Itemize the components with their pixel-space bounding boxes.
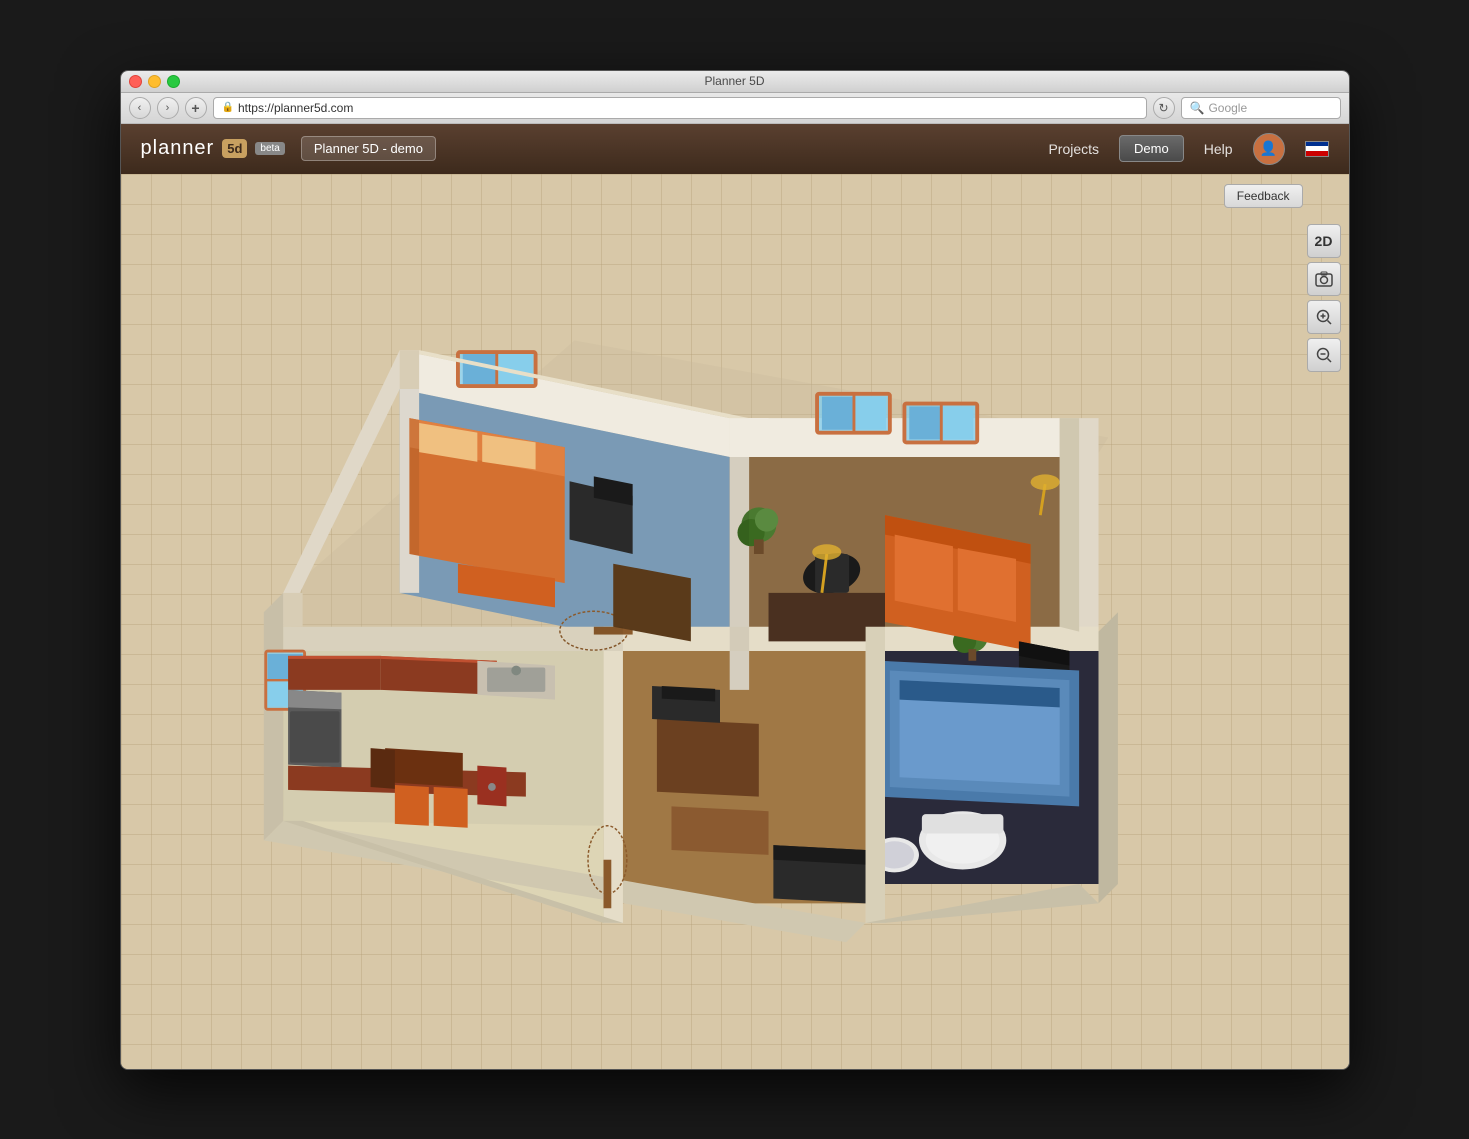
url-bar[interactable]: 🔒 https://planner5d.com [213, 97, 1147, 119]
maximize-button[interactable] [167, 75, 180, 88]
logo-text: planner [141, 137, 215, 160]
lock-icon: 🔒 [222, 102, 234, 113]
screenshot-button[interactable] [1307, 262, 1341, 296]
close-button[interactable] [129, 75, 142, 88]
floor-plan-svg [141, 224, 1299, 1049]
forward-button[interactable]: › [157, 97, 179, 119]
logo-area: planner 5d beta [141, 137, 285, 160]
add-tab-button[interactable]: + [185, 97, 207, 119]
zoom-in-button[interactable] [1307, 300, 1341, 334]
beta-badge: beta [255, 142, 284, 155]
url-text: https://planner5d.com [238, 101, 353, 115]
browser-chrome: ‹ › + 🔒 https://planner5d.com ↻ 🔍 Google [121, 93, 1349, 124]
floor-plan[interactable] [141, 224, 1299, 1049]
title-bar: Planner 5D [121, 71, 1349, 93]
nav-help[interactable]: Help [1204, 141, 1233, 157]
window-title: Planner 5D [704, 74, 764, 88]
search-icon: 🔍 [1190, 101, 1205, 115]
zoom-out-button[interactable] [1307, 338, 1341, 372]
refresh-button[interactable]: ↻ [1153, 97, 1175, 119]
nav-projects[interactable]: Projects [1048, 141, 1099, 157]
feedback-button[interactable]: Feedback [1224, 184, 1303, 208]
search-bar[interactable]: 🔍 Google [1181, 97, 1341, 119]
right-toolbar: 2D [1307, 184, 1341, 372]
zoom-out-icon [1315, 346, 1333, 364]
nav-demo-button[interactable]: Demo [1119, 135, 1184, 162]
logo-box: 5d [222, 139, 247, 158]
window-controls [129, 75, 180, 88]
view-2d-button[interactable]: 2D [1307, 224, 1341, 258]
language-flag[interactable] [1305, 141, 1329, 157]
mac-window: Planner 5D ‹ › + 🔒 https://planner5d.com… [120, 70, 1350, 1070]
project-title[interactable]: Planner 5D - demo [301, 136, 436, 161]
header-nav: Projects Demo Help 👤 [1048, 133, 1328, 165]
user-avatar[interactable]: 👤 [1253, 133, 1285, 165]
search-placeholder: Google [1208, 101, 1247, 115]
camera-icon [1315, 270, 1333, 288]
canvas-area[interactable]: Feedback 2D [121, 174, 1349, 1069]
app-header: planner 5d beta Planner 5D - demo Projec… [121, 124, 1349, 174]
zoom-in-icon [1315, 308, 1333, 326]
minimize-button[interactable] [148, 75, 161, 88]
back-button[interactable]: ‹ [129, 97, 151, 119]
